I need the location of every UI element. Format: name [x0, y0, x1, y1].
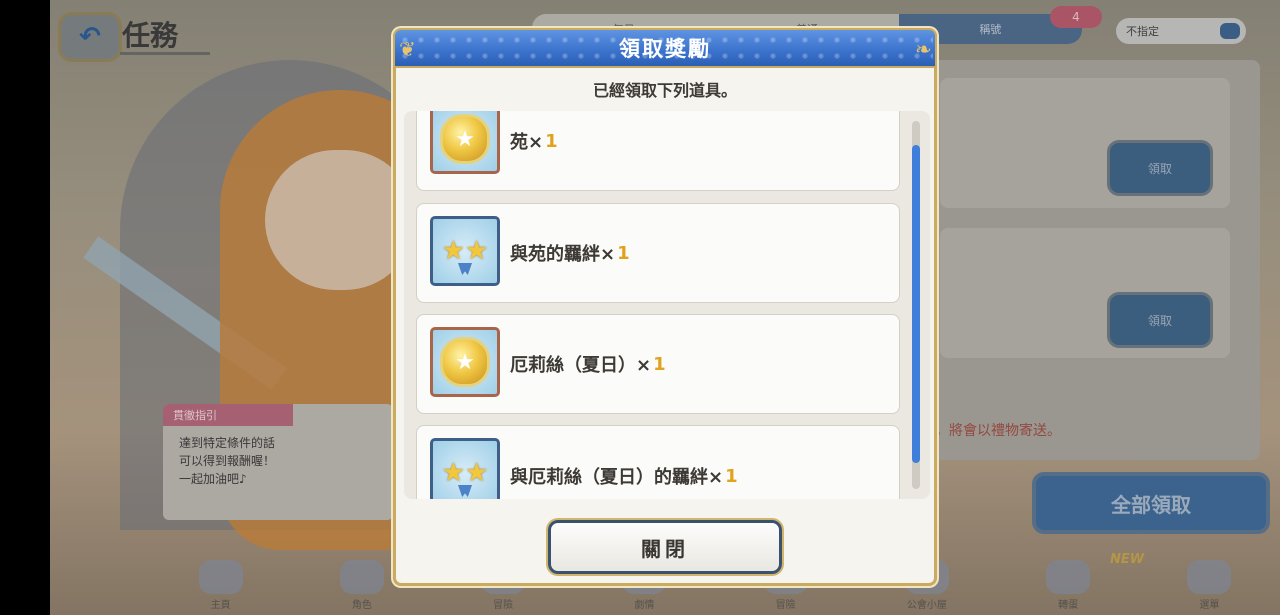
- corner-ornament-icon: ❧: [915, 37, 932, 61]
- dialog-subtitle: 已經領取下列道具。: [592, 81, 737, 100]
- reward-item-label: 厄莉絲（夏日）× 1: [510, 315, 666, 413]
- reward-list[interactable]: ★ 苑× 1 ★★ 與苑的羈絆× 1 ★ 厄莉絲（夏日）× 1 ★★ 與厄莉絲（…: [404, 111, 930, 499]
- reward-item: ★★ 與苑的羈絆× 1: [416, 203, 900, 303]
- reward-item: ★★ 與厄莉絲（夏日）的羈絆× 1: [416, 425, 900, 499]
- reward-item-label: 與苑的羈絆× 1: [510, 204, 630, 302]
- reward-item-label: 與厄莉絲（夏日）的羈絆× 1: [510, 426, 738, 499]
- scrollbar-thumb[interactable]: [912, 145, 920, 463]
- bond-stars-icon: ★★: [430, 438, 500, 499]
- reward-item-qty: 1: [617, 242, 630, 264]
- reward-item-qty: 1: [653, 353, 666, 375]
- reward-item: ★ 厄莉絲（夏日）× 1: [416, 314, 900, 414]
- dialog-header: ❦ 領取獎勵 ❧: [393, 28, 937, 68]
- reward-item-label: 苑× 1: [510, 111, 558, 190]
- corner-ornament-icon: ❦: [399, 37, 416, 61]
- reward-item-qty: 1: [725, 465, 738, 487]
- reward-item-qty: 1: [545, 130, 558, 152]
- reward-item-name: 厄莉絲（夏日）×: [510, 355, 652, 376]
- reward-item-name: 與厄莉絲（夏日）的羈絆×: [510, 467, 724, 488]
- reward-item-name: 苑×: [510, 132, 544, 153]
- gold-medal-icon: ★: [430, 327, 500, 397]
- reward-item: ★ 苑× 1: [416, 111, 900, 191]
- close-button[interactable]: 關閉: [548, 520, 782, 574]
- reward-item-name: 與苑的羈絆×: [510, 244, 616, 265]
- dialog-title: 領取獎勵: [619, 37, 711, 61]
- gold-medal-icon: ★: [430, 111, 500, 174]
- bond-stars-icon: ★★: [430, 216, 500, 286]
- reward-dialog: ❦ 領取獎勵 ❧ 已經領取下列道具。 ★ 苑× 1 ★★ 與苑的羈絆× 1 ★ …: [393, 28, 937, 586]
